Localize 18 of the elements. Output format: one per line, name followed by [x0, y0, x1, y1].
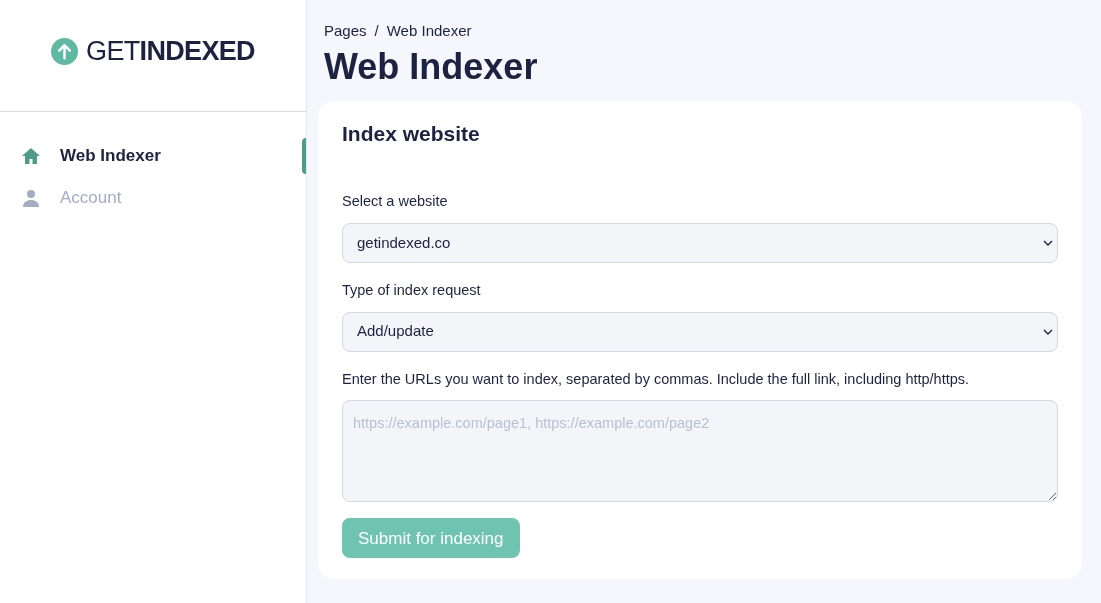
breadcrumb-item[interactable]: Pages — [324, 20, 367, 43]
select-field[interactable]: Add/update — [342, 311, 1058, 352]
page-title: Web Indexer — [323, 44, 539, 89]
select-field[interactable]: getindexed.co — [342, 222, 1058, 263]
chevron-down-icon — [1043, 328, 1053, 335]
url-input-field[interactable]: https://example.com/page1, https://example.com/page2 — [342, 400, 1058, 503]
breadcrumb-separator: / — [374, 21, 379, 41]
home-icon — [21, 147, 41, 165]
card-title: Index website — [342, 120, 481, 147]
field-label: Type of index request — [342, 280, 482, 300]
logo-text: GETINDEXED — [86, 35, 255, 69]
active-indicator — [302, 138, 306, 174]
breadcrumb-item: Web Indexer — [386, 21, 472, 41]
chevron-down-icon — [1043, 239, 1053, 246]
field-label: Select a website — [342, 192, 449, 211]
nav-item[interactable]: Web Indexer — [21, 143, 161, 169]
person-icon — [22, 189, 40, 207]
field-label: Enter the URLs you want to index, separated by commas. Include the full link, including http/https. — [342, 369, 971, 389]
